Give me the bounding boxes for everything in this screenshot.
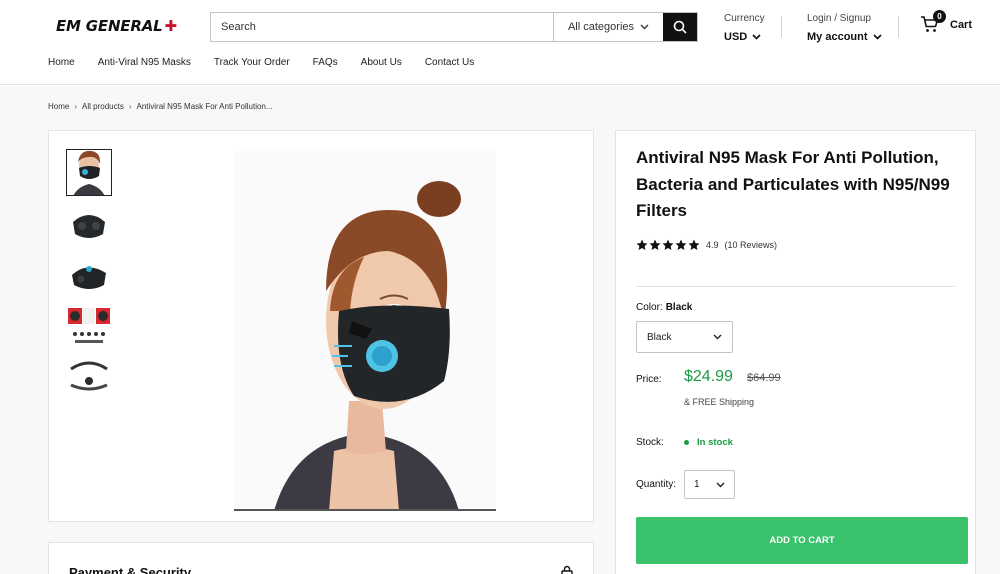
breadcrumb-separator: › (74, 102, 78, 111)
review-count[interactable]: (10 Reviews) (725, 240, 778, 250)
thumbnail-list (66, 149, 112, 404)
cart-button[interactable]: 0 Cart (920, 10, 973, 36)
logo-text: EM GENERAL (56, 17, 163, 35)
header-divider (898, 16, 899, 38)
search-bar: All categories (210, 12, 698, 42)
add-to-cart-button[interactable]: ADD TO CART (636, 517, 968, 564)
nav-item-track-order[interactable]: Track Your Order (214, 57, 290, 68)
chevron-down-icon (872, 34, 882, 40)
product-gallery (48, 130, 594, 522)
thumbnail-mask-parts[interactable] (66, 302, 112, 349)
search-icon (673, 20, 687, 34)
chevron-down-icon (752, 34, 761, 40)
nav-item-contact-us[interactable]: Contact Us (425, 57, 474, 68)
login-signup-link[interactable]: Login / Signup (807, 13, 882, 24)
star-icon (688, 239, 700, 250)
breadcrumb-separator: › (128, 102, 132, 111)
cart-label: Cart (950, 19, 973, 31)
breadcrumb-home[interactable]: Home (48, 102, 69, 111)
star-icon (636, 239, 648, 250)
thumbnail-mask-side[interactable] (66, 251, 112, 298)
cart-count-badge: 0 (933, 10, 946, 23)
price-label: Price: (636, 374, 662, 385)
nav-item-about-us[interactable]: About Us (361, 57, 402, 68)
payment-security-title: Payment & Security (69, 565, 192, 574)
search-button[interactable] (663, 13, 697, 41)
quantity-value: 1 (694, 479, 700, 490)
payment-security-card[interactable]: Payment & Security (48, 542, 594, 574)
stock-status: In stock (684, 437, 733, 448)
breadcrumb-current: Antiviral N95 Mask For Anti Pollution... (136, 102, 273, 111)
thumbnail-mask-front[interactable] (66, 200, 112, 247)
stock-label: Stock: (636, 437, 664, 448)
chevron-down-icon (713, 334, 722, 340)
color-label-text: Color: (636, 302, 663, 313)
stock-dot-icon (684, 440, 689, 445)
star-icon (675, 239, 687, 250)
category-dropdown-label: All categories (567, 21, 635, 33)
search-input[interactable] (211, 13, 553, 41)
product-info-card: Antiviral N95 Mask For Anti Pollution, B… (615, 130, 976, 574)
currency-selector[interactable]: Currency USD (724, 13, 765, 45)
chevron-down-icon (640, 24, 649, 30)
store-logo[interactable]: EM GENERAL ✚ (56, 17, 177, 35)
quantity-label: Quantity: (636, 479, 677, 490)
header-divider (781, 16, 782, 38)
breadcrumb-all-products[interactable]: All products (82, 102, 124, 111)
my-account-label: My account (807, 31, 868, 43)
star-icon (649, 239, 661, 250)
add-to-cart-label: ADD TO CART (769, 535, 835, 546)
shipping-note: & FREE Shipping (684, 397, 755, 407)
color-label: Color: Black (636, 302, 692, 313)
star-icon (662, 239, 674, 250)
thumbnail-mask-straps[interactable] (66, 353, 112, 400)
product-main-image[interactable] (234, 151, 496, 511)
currency-label: Currency (724, 13, 765, 24)
rating-stars (636, 239, 700, 251)
compare-at-price: $64.99 (747, 372, 781, 384)
thumbnail-woman-wearing-mask[interactable] (66, 149, 112, 196)
cart-icon: 0 (920, 10, 946, 36)
main-nav: Home Anti-Viral N95 Masks Track Your Ord… (48, 57, 474, 68)
color-select-value: Black (647, 331, 672, 343)
product-rating[interactable]: 4.9 (10 Reviews) (636, 239, 777, 251)
nav-item-faqs[interactable]: FAQs (313, 57, 338, 68)
currency-value: USD (724, 31, 748, 43)
product-title: Antiviral N95 Mask For Anti Pollution, B… (636, 148, 950, 220)
color-select[interactable]: Black (636, 321, 733, 353)
info-divider (636, 286, 955, 287)
nav-item-home[interactable]: Home (48, 57, 75, 68)
account-menu[interactable]: Login / Signup My account (807, 13, 882, 45)
sale-price: $24.99 (684, 368, 733, 385)
breadcrumb: Home › All products › Antiviral N95 Mask… (48, 102, 273, 111)
chevron-down-icon (716, 482, 725, 487)
site-header: EM GENERAL✚ All categories Currency USD … (0, 0, 1000, 85)
quantity-select[interactable]: 1 (684, 470, 735, 499)
logo-cross-icon: ✚ (164, 17, 177, 35)
category-dropdown[interactable]: All categories (553, 13, 663, 41)
nav-item-n95-masks[interactable]: Anti-Viral N95 Masks (98, 57, 191, 68)
color-selected-value: Black (665, 302, 693, 313)
stock-status-text: In stock (697, 437, 733, 448)
rating-value: 4.9 (706, 240, 719, 250)
lock-icon (561, 565, 573, 574)
